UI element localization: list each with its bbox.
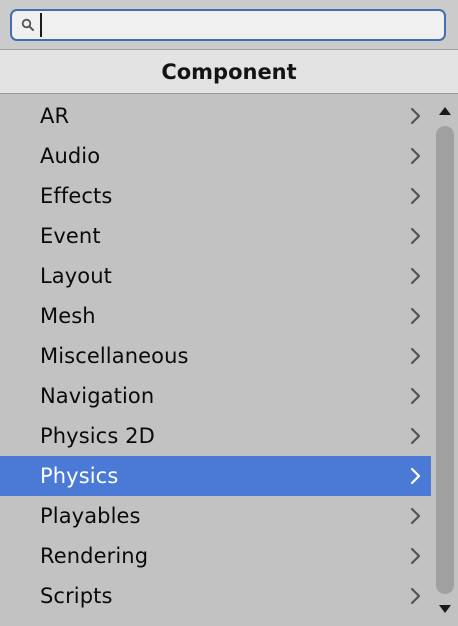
list-item-rendering[interactable]: Rendering <box>0 536 431 576</box>
search-bar <box>0 0 458 50</box>
page-title: Component <box>161 59 297 84</box>
chevron-right-icon <box>409 267 423 285</box>
list-item-mesh[interactable]: Mesh <box>0 296 431 336</box>
list-item-label: Mesh <box>40 304 96 328</box>
list-item-label: Effects <box>40 184 113 208</box>
list-item-event[interactable]: Event <box>0 216 431 256</box>
list-item-label: Playables <box>40 504 141 528</box>
component-list: AR Audio Effects Event Layout Mesh Misce… <box>0 96 431 626</box>
scrollbar-thumb[interactable] <box>436 126 454 594</box>
chevron-right-icon <box>409 427 423 445</box>
component-header: Component <box>0 50 458 94</box>
chevron-right-icon <box>409 187 423 205</box>
search-input[interactable] <box>40 13 444 37</box>
list-item-label: Physics <box>40 464 119 488</box>
search-icon <box>18 15 38 35</box>
chevron-right-icon <box>409 467 423 485</box>
chevron-right-icon <box>409 507 423 525</box>
chevron-right-icon <box>409 307 423 325</box>
chevron-right-icon <box>409 347 423 365</box>
chevron-right-icon <box>409 387 423 405</box>
scroll-down-arrow-icon[interactable] <box>436 602 454 616</box>
scroll-up-arrow-icon[interactable] <box>436 104 454 118</box>
chevron-right-icon <box>409 587 423 605</box>
search-field[interactable] <box>10 9 446 41</box>
list-item-physics-2d[interactable]: Physics 2D <box>0 416 431 456</box>
list-item-label: Physics 2D <box>40 424 155 448</box>
list-item-audio[interactable]: Audio <box>0 136 431 176</box>
list-item-label: AR <box>40 104 70 128</box>
list-item-ar[interactable]: AR <box>0 96 431 136</box>
list-item-label: Scripts <box>40 584 113 608</box>
list-item-navigation[interactable]: Navigation <box>0 376 431 416</box>
vertical-scrollbar[interactable] <box>431 96 458 626</box>
list-item-label: Navigation <box>40 384 155 408</box>
list-item-physics[interactable]: Physics <box>0 456 431 496</box>
list-item-playables[interactable]: Playables <box>0 496 431 536</box>
list-item-layout[interactable]: Layout <box>0 256 431 296</box>
list-item-effects[interactable]: Effects <box>0 176 431 216</box>
list-item-miscellaneous[interactable]: Miscellaneous <box>0 336 431 376</box>
list-item-scripts[interactable]: Scripts <box>0 576 431 616</box>
list-item-label: Layout <box>40 264 112 288</box>
chevron-right-icon <box>409 227 423 245</box>
list-item-label: Rendering <box>40 544 149 568</box>
chevron-right-icon <box>409 107 423 125</box>
chevron-right-icon <box>409 147 423 165</box>
chevron-right-icon <box>409 547 423 565</box>
list-item-label: Event <box>40 224 101 248</box>
list-item-label: Miscellaneous <box>40 344 189 368</box>
list-item-label: Audio <box>40 144 101 168</box>
